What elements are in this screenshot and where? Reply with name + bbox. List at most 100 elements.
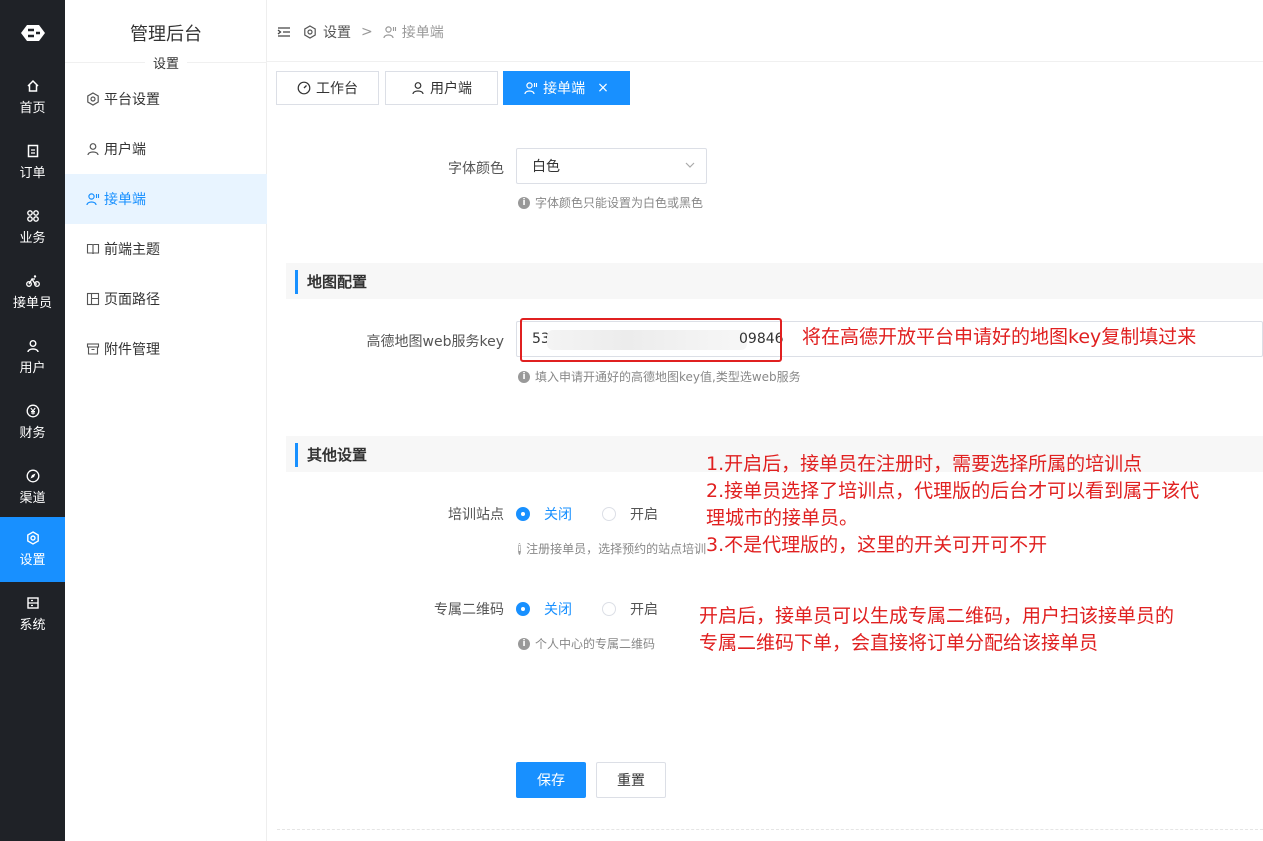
hint-text: 字体颜色只能设置为白色或黑色	[535, 196, 704, 210]
font-color-select[interactable]: 白色	[516, 148, 707, 184]
training-site-hint: i 注册接单员，选择预约的站点培训	[518, 540, 706, 557]
radio-label: 开启	[630, 602, 658, 618]
highlight-box	[520, 318, 782, 362]
key-annotation: 将在高德开放平台申请好的地图key复制填过来	[802, 326, 1197, 348]
sub-item-label: 用户端	[104, 142, 146, 158]
font-color-hint: i 字体颜色只能设置为白色或黑色	[518, 194, 703, 211]
rail-item-label: 系统	[19, 618, 46, 633]
sub-item-label: 前端主题	[104, 242, 160, 258]
hint-text: 填入申请开通好的高德地图key值,类型选web服务	[535, 370, 801, 384]
section-title: 其他设置	[307, 446, 368, 464]
breadcrumb-separator: >	[361, 24, 373, 40]
section-accent	[295, 270, 298, 294]
yen-icon	[26, 404, 39, 418]
user-icon	[412, 82, 424, 95]
radio-dot	[516, 602, 530, 616]
section-title: 地图配置	[307, 273, 368, 291]
grid-icon	[26, 210, 39, 222]
close-icon[interactable]: ×	[597, 80, 609, 96]
sub-item-label: 接单端	[104, 192, 146, 208]
main-nav-rail: 首页 订单 业务 接单员 用户 财务 渠道 设置 系统	[0, 0, 65, 841]
hint-text: 个人中心的专属二维码	[535, 637, 656, 651]
sub-item-label: 平台设置	[104, 92, 160, 108]
rail-item-label: 首页	[19, 101, 46, 116]
sub-menu-subtitle: 设置	[152, 57, 179, 72]
settings-icon	[87, 92, 99, 106]
collapse-menu-icon[interactable]	[277, 25, 291, 39]
radio-label: 关闭	[544, 602, 572, 618]
compass-icon	[26, 469, 39, 483]
user-icon	[87, 143, 99, 156]
reset-button[interactable]: 重置	[596, 762, 666, 798]
qr-code-hint: i 个人中心的专属二维码	[518, 635, 655, 652]
courier-user-icon	[383, 26, 396, 39]
qr-code-off-radio[interactable]: 关闭	[516, 599, 572, 619]
rail-item-courier[interactable]: 接单员	[0, 260, 65, 325]
rail-item-system[interactable]: 系统	[0, 582, 65, 647]
training-annotation: 1.开启后，接单员在注册时，需要选择所属的培训点 2.接单员选择了培训点，代理版…	[706, 453, 1200, 556]
rail-item-label: 设置	[19, 553, 46, 568]
sub-item-platform-settings[interactable]: 平台设置	[65, 74, 267, 124]
sub-item-user-side[interactable]: 用户端	[65, 124, 267, 174]
sub-item-page-paths[interactable]: 页面路径	[65, 274, 267, 324]
tab-workbench[interactable]: 工作台	[276, 71, 379, 105]
sub-item-courier-side[interactable]: 接单端	[65, 174, 267, 224]
training-site-off-radio[interactable]: 关闭	[516, 504, 572, 524]
radio-dot	[602, 507, 616, 521]
rail-item-label: 用户	[19, 361, 46, 376]
font-color-value: 白色	[532, 159, 560, 175]
training-site-label: 培训站点	[448, 507, 504, 523]
logo[interactable]	[0, 0, 65, 65]
tab-user-side[interactable]: 用户端	[385, 71, 498, 105]
system-icon	[26, 597, 39, 609]
chevron-down-icon	[685, 162, 695, 168]
sub-item-label: 页面路径	[104, 292, 160, 308]
rail-item-business[interactable]: 业务	[0, 195, 65, 260]
qr-code-label: 专属二维码	[434, 602, 504, 618]
user-icon	[26, 340, 39, 353]
section-accent	[295, 443, 298, 467]
radio-dot	[602, 602, 616, 616]
tab-label: 工作台	[316, 81, 358, 97]
sub-item-frontend-theme[interactable]: 前端主题	[65, 224, 267, 274]
qr-code-on-radio[interactable]: 开启	[602, 599, 658, 619]
divider	[277, 829, 1263, 830]
rail-item-home[interactable]: 首页	[0, 65, 65, 130]
rail-item-label: 业务	[19, 231, 46, 246]
map-section-header: 地图配置	[286, 263, 1263, 299]
breadcrumb-current: 接单端	[401, 25, 444, 41]
rail-item-label: 接单员	[12, 296, 52, 311]
tab-courier-side[interactable]: 接单端 ×	[503, 71, 630, 105]
layout-icon	[86, 292, 100, 306]
amap-key-hint: i 填入申请开通好的高德地图key值,类型选web服务	[518, 368, 801, 385]
rail-item-users[interactable]: 用户	[0, 325, 65, 390]
bike-icon	[25, 275, 40, 287]
save-button[interactable]: 保存	[516, 762, 586, 798]
amap-key-label: 高德地图web服务key	[366, 334, 504, 350]
info-icon: i	[518, 542, 522, 555]
qr-annotation: 开启后，接单员可以生成专属二维码，用户扫该接单员的 专属二维码下单，会直接将订单…	[699, 605, 1175, 654]
rail-item-finance[interactable]: 财务	[0, 390, 65, 455]
info-icon: i	[518, 637, 530, 650]
training-site-on-radio[interactable]: 开启	[602, 504, 658, 524]
breadcrumb-root[interactable]: 设置	[323, 22, 351, 42]
top-bar: 设置 > 接单端	[267, 0, 1263, 62]
rail-item-orders[interactable]: 订单	[0, 130, 65, 195]
hint-text: 注册接单员，选择预约的站点培训	[526, 542, 706, 556]
archive-icon	[86, 343, 100, 355]
sub-item-attachments[interactable]: 附件管理	[65, 324, 267, 374]
rail-item-settings[interactable]: 设置	[0, 517, 65, 582]
tab-label: 用户端	[430, 81, 472, 97]
radio-label: 开启	[630, 507, 658, 523]
rail-item-label: 订单	[19, 166, 46, 181]
font-color-label: 字体颜色	[448, 161, 504, 177]
breadcrumb: 设置 > 接单端	[277, 22, 444, 42]
settings-form: 字体颜色 白色 i 字体颜色只能设置为白色或黑色 地图配置 高德地图web服务k…	[267, 115, 1263, 841]
logo-icon	[20, 24, 45, 41]
rail-item-channel[interactable]: 渠道	[0, 455, 65, 520]
tab-label: 接单端	[543, 81, 586, 97]
settings-icon	[304, 25, 316, 39]
radio-dot	[516, 507, 530, 521]
dashboard-icon	[297, 81, 311, 95]
order-icon	[27, 144, 38, 158]
